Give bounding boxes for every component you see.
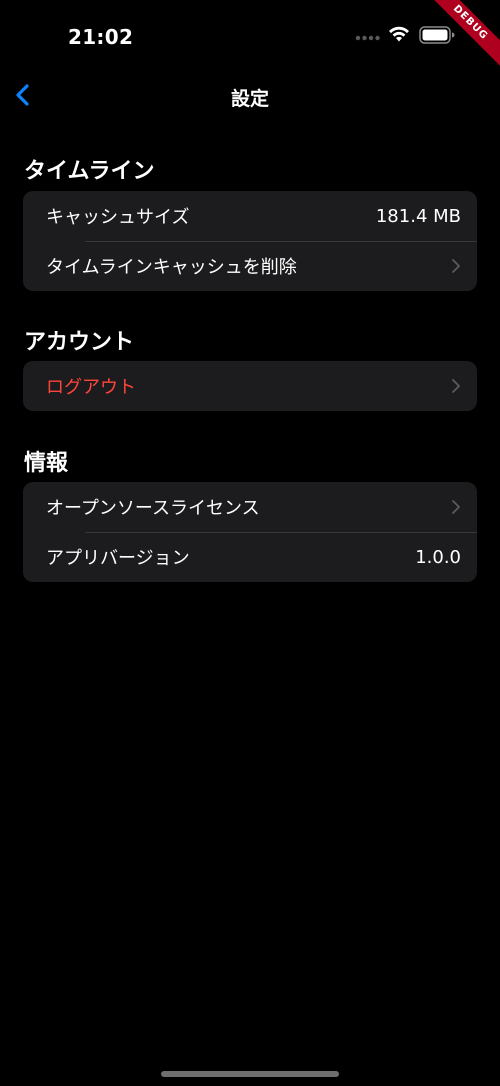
open-source-licenses-row[interactable]: オープンソースライセンス: [23, 482, 477, 532]
logout-row[interactable]: ログアウト: [23, 361, 477, 411]
wifi-icon: [389, 26, 409, 42]
debug-banner: DEBUG: [420, 0, 500, 80]
chevron-right-icon: [452, 500, 460, 514]
settings-group-account: ログアウト: [23, 361, 477, 411]
debug-banner-label: DEBUG: [421, 0, 500, 72]
navigation-bar: 設定: [0, 72, 500, 120]
app-version-value: 1.0.0: [415, 546, 461, 568]
logout-label: ログアウト: [46, 377, 136, 398]
open-source-licenses-label: オープンソースライセンス: [46, 498, 260, 519]
settings-screen: 21:02 DEBUG 設定 タイムライン キャッシュサイズ 181.4 MB …: [0, 0, 500, 1086]
settings-group-timeline: キャッシュサイズ 181.4 MB タイムラインキャッシュを削除: [23, 191, 477, 291]
section-header-info: 情報: [24, 451, 69, 476]
cache-size-value: 181.4 MB: [375, 205, 461, 227]
cache-size-label: キャッシュサイズ: [46, 207, 190, 228]
app-version-row: アプリバージョン 1.0.0: [23, 532, 477, 582]
section-header-timeline: タイムライン: [24, 159, 155, 184]
status-time: 21:02: [68, 25, 134, 49]
settings-group-info: オープンソースライセンス アプリバージョン 1.0.0: [23, 482, 477, 582]
chevron-right-icon: [452, 259, 460, 273]
section-header-account: アカウント: [24, 330, 135, 355]
home-indicator[interactable]: [161, 1071, 339, 1077]
clear-timeline-cache-row[interactable]: タイムラインキャッシュを削除: [23, 241, 477, 291]
cellular-signal-icon: [355, 35, 380, 41]
app-version-label: アプリバージョン: [46, 548, 190, 569]
cache-size-row: キャッシュサイズ 181.4 MB: [23, 191, 477, 241]
page-title: 設定: [230, 88, 269, 110]
chevron-right-icon: [452, 379, 460, 393]
clear-timeline-cache-label: タイムラインキャッシュを削除: [46, 257, 297, 278]
